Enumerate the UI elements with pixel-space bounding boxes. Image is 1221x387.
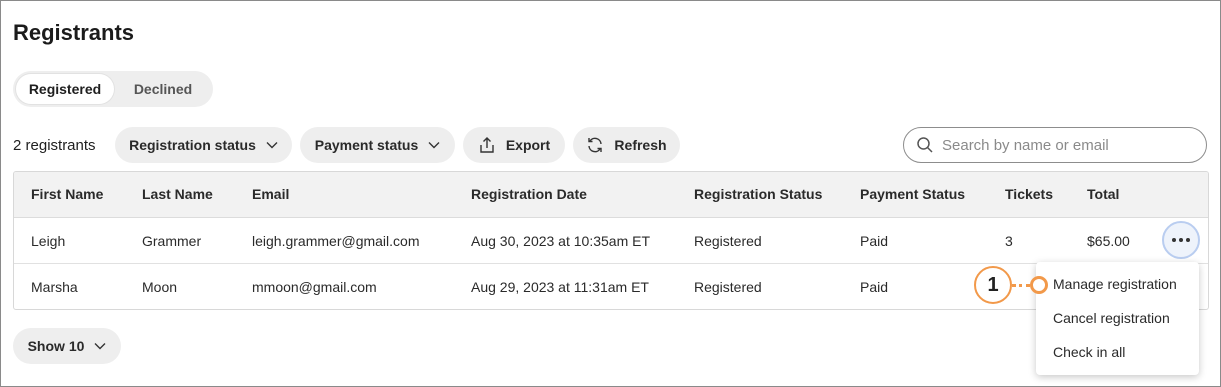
search-icon <box>917 137 933 153</box>
cell-last-name: Grammer <box>142 233 202 249</box>
column-last-name[interactable]: Last Name <box>142 186 213 202</box>
cell-email: mmoon@gmail.com <box>252 279 377 295</box>
callout-connector <box>1012 284 1030 287</box>
refresh-button[interactable]: Refresh <box>573 127 680 163</box>
more-dot-icon <box>1172 238 1176 242</box>
menu-item-manage-registration[interactable]: Manage registration <box>1053 276 1177 292</box>
search-input[interactable] <box>942 136 1192 154</box>
row-actions-button[interactable] <box>1162 221 1200 259</box>
cell-tickets: 3 <box>1005 233 1013 249</box>
status-tabs: Registered Declined <box>13 71 213 107</box>
column-registration-status[interactable]: Registration Status <box>694 186 822 202</box>
cell-total: $65.00 <box>1087 233 1130 249</box>
menu-item-cancel-registration[interactable]: Cancel registration <box>1053 310 1170 326</box>
chevron-down-icon <box>266 142 278 149</box>
step-callout: 1 <box>974 266 1012 304</box>
column-registration-date[interactable]: Registration Date <box>471 186 587 202</box>
column-first-name[interactable]: First Name <box>31 186 103 202</box>
column-total[interactable]: Total <box>1087 186 1119 202</box>
cell-registration-date: Aug 30, 2023 at 10:35am ET <box>471 233 651 249</box>
payment-status-filter-label: Payment status <box>314 137 419 153</box>
chevron-down-icon <box>94 343 106 350</box>
column-payment-status[interactable]: Payment Status <box>860 186 965 202</box>
cell-registration-status: Registered <box>694 233 762 249</box>
table-row[interactable]: Leigh Grammer leigh.grammer@gmail.com Au… <box>14 218 1208 264</box>
cell-last-name: Moon <box>142 279 178 295</box>
payment-status-filter[interactable]: Payment status <box>300 127 455 163</box>
export-icon <box>480 137 494 153</box>
registrants-table: First Name Last Name Email Registration … <box>13 171 1209 310</box>
more-dot-icon <box>1186 238 1190 242</box>
registration-status-filter-label: Registration status <box>129 137 256 153</box>
export-label: Export <box>505 137 551 153</box>
search-box <box>903 127 1207 163</box>
column-tickets[interactable]: Tickets <box>1005 186 1053 202</box>
export-button[interactable]: Export <box>463 127 565 163</box>
row-actions-menu: Manage registration Cancel registration … <box>1036 262 1199 375</box>
table-row[interactable]: Marsha Moon mmoon@gmail.com Aug 29, 2023… <box>14 264 1208 309</box>
cell-registration-status: Registered <box>694 279 762 295</box>
cell-email: leigh.grammer@gmail.com <box>252 233 420 249</box>
registration-status-filter[interactable]: Registration status <box>115 127 292 163</box>
cell-payment-status: Paid <box>860 233 889 249</box>
table-header: First Name Last Name Email Registration … <box>14 172 1208 218</box>
page-title: Registrants <box>13 20 135 45</box>
refresh-label: Refresh <box>614 137 667 153</box>
column-email[interactable]: Email <box>252 186 289 202</box>
callout-marker <box>1030 276 1048 294</box>
cell-first-name: Marsha <box>31 279 78 295</box>
menu-item-check-in-all[interactable]: Check in all <box>1053 344 1125 360</box>
registrant-count: 2 registrants <box>13 137 96 154</box>
page-size-select[interactable]: Show 10 <box>13 328 121 364</box>
cell-payment-status: Paid <box>860 279 889 295</box>
chevron-down-icon <box>428 142 440 149</box>
tab-declined[interactable]: Declined <box>117 74 209 104</box>
refresh-icon <box>588 137 603 153</box>
tab-registered[interactable]: Registered <box>16 74 114 104</box>
more-dot-icon <box>1179 238 1183 242</box>
page-size-label: Show 10 <box>27 338 85 354</box>
cell-registration-date: Aug 29, 2023 at 11:31am ET <box>471 279 649 295</box>
cell-first-name: Leigh <box>31 233 66 249</box>
